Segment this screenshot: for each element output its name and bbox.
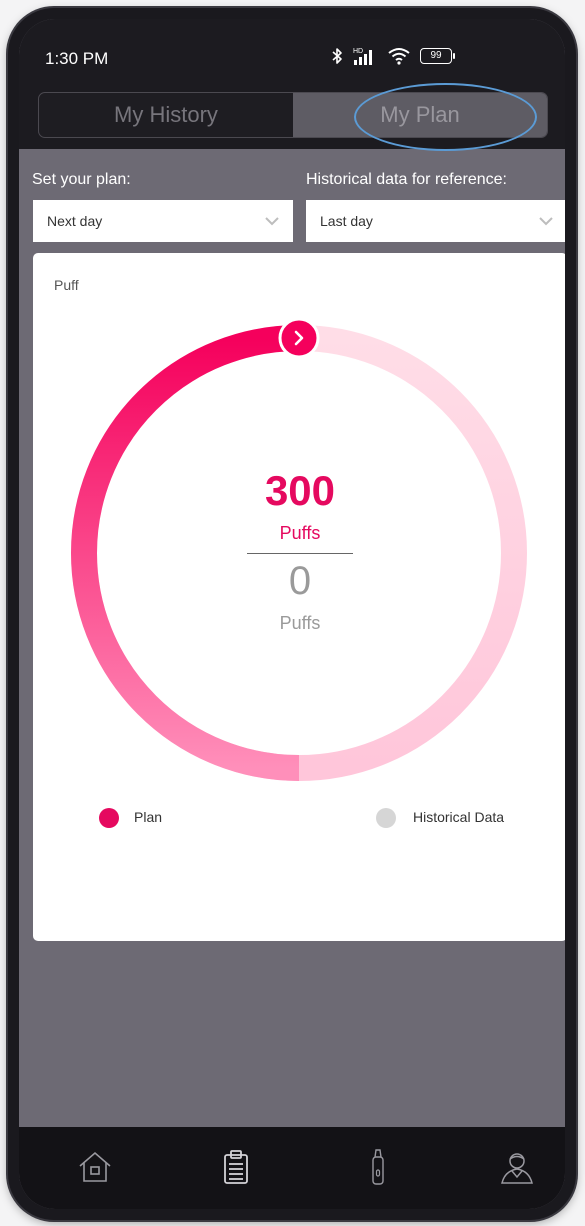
phone-frame: 1:30 PM HD 99 My History My Plan Set you…: [8, 8, 576, 1220]
plan-unit: Puffs: [279, 523, 321, 543]
history-select-label: Historical data for reference:: [306, 171, 507, 188]
historical-value: 0: [288, 559, 312, 603]
legend-historical-label: Historical Data: [413, 809, 505, 825]
plan-value: 300: [264, 467, 336, 514]
chevron-down-icon: [265, 217, 279, 226]
status-time: 1:30 PM: [45, 49, 109, 68]
top-bar: 1:30 PM HD 99 My History My Plan: [19, 19, 565, 151]
plan-slider-handle[interactable]: [278, 317, 320, 359]
app-screen: 1:30 PM HD 99 My History My Plan Set you…: [19, 19, 565, 1209]
tab-my-plan[interactable]: My Plan: [293, 93, 547, 137]
battery-icon: 99: [420, 48, 455, 64]
plan-card: Puff 300 Puffs 0 Puffs Plan Historical D…: [33, 253, 565, 941]
history-period-select[interactable]: Last day: [306, 200, 565, 242]
status-icons: HD 99: [331, 45, 455, 67]
plan-period-select[interactable]: Next day: [33, 200, 293, 242]
hd-signal-icon: HD: [353, 48, 372, 65]
legend-historical-dot: [376, 808, 396, 828]
profile-icon[interactable]: [497, 1147, 537, 1187]
history-period-value: Last day: [320, 213, 373, 229]
wifi-icon: [388, 48, 410, 65]
value-divider: [247, 553, 353, 554]
legend-plan-dot: [99, 808, 119, 828]
tab-my-history[interactable]: My History: [39, 93, 293, 137]
plan-select-label: Set your plan:: [32, 171, 131, 188]
plan-period-value: Next day: [47, 213, 103, 229]
bottom-nav: [19, 1127, 565, 1209]
bluetooth-icon: [332, 48, 342, 64]
chevron-down-icon: [539, 217, 553, 226]
historical-unit: Puffs: [279, 613, 321, 633]
home-icon[interactable]: [75, 1147, 115, 1187]
svg-text:HD: HD: [353, 48, 363, 55]
device-icon[interactable]: [358, 1147, 398, 1187]
legend-plan-label: Plan: [134, 809, 163, 825]
clipboard-icon[interactable]: [216, 1147, 256, 1187]
view-toggle: My History My Plan: [38, 92, 548, 138]
